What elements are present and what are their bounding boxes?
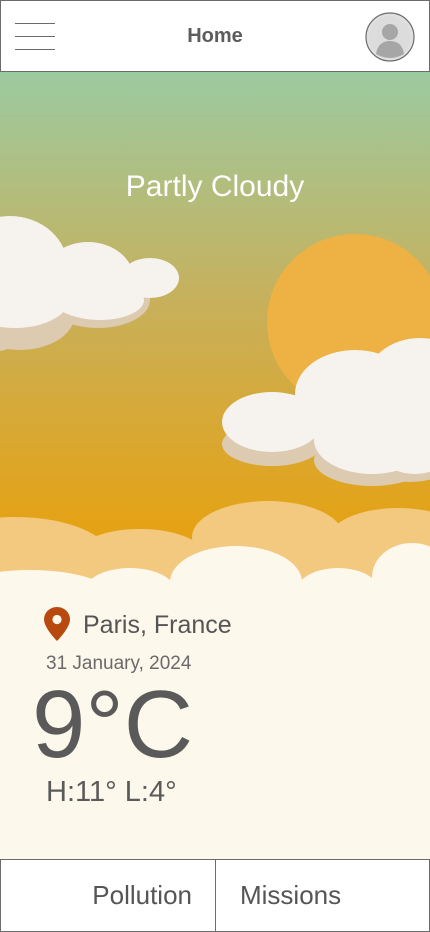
bottom-nav: Pollution Missions bbox=[0, 859, 430, 932]
left-cloud bbox=[0, 216, 179, 328]
location-name: Paris, France bbox=[83, 611, 232, 639]
weather-hero: Partly Cloudy bbox=[0, 72, 430, 592]
user-avatar-icon[interactable] bbox=[365, 12, 415, 62]
location-pin-icon bbox=[44, 607, 70, 641]
weather-info-panel: Paris, France 31 January, 2024 9°C H:11°… bbox=[0, 590, 430, 859]
high-low-temperature: H:11° L:4° bbox=[46, 776, 177, 808]
weather-condition: Partly Cloudy bbox=[125, 170, 305, 203]
sky-illustration bbox=[0, 216, 430, 592]
pollution-button[interactable]: Pollution bbox=[1, 860, 215, 931]
app-header: Home bbox=[0, 0, 430, 72]
current-temperature: 9°C bbox=[32, 671, 194, 778]
missions-button[interactable]: Missions bbox=[216, 860, 429, 931]
